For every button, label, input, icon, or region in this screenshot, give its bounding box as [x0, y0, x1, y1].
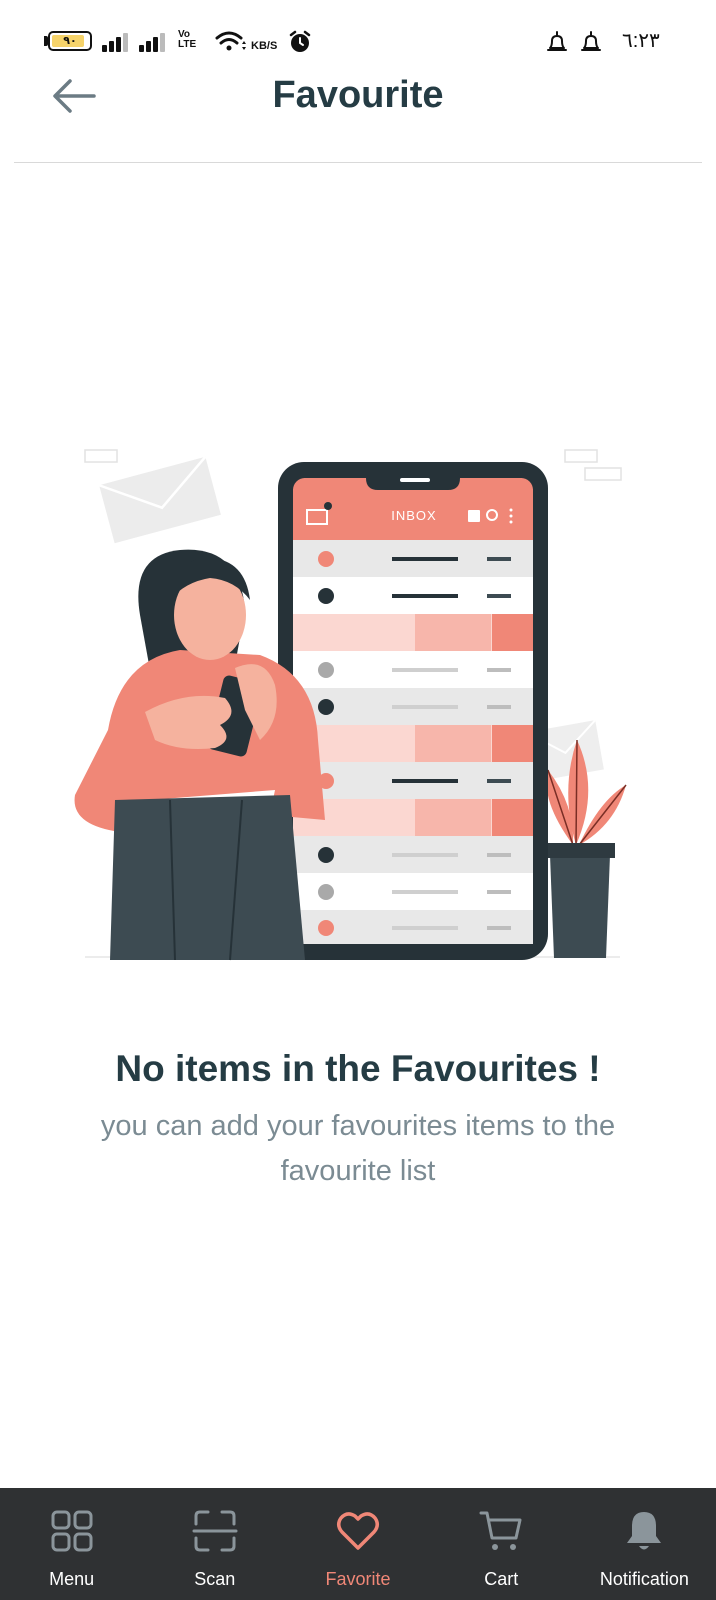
nav-label-scan: Scan — [194, 1569, 236, 1589]
nav-label-menu: Menu — [49, 1569, 95, 1589]
nav-label-cart: Cart — [484, 1569, 519, 1589]
empty-state-title: No items in the Favourites ! — [115, 1048, 601, 1089]
notification-bell-icon — [581, 31, 601, 51]
notification-bell-icon — [547, 31, 567, 51]
nav-item-scan[interactable]: Scan — [143, 1488, 286, 1600]
inbox-rows — [293, 540, 533, 944]
heart-icon — [337, 1512, 379, 1550]
nav-label-notification: Notification — [599, 1569, 689, 1589]
empty-state-subtitle: you can add your favourites items to the… — [100, 1110, 616, 1187]
header-divider — [14, 162, 702, 163]
header: Favourite — [0, 72, 716, 162]
nav-item-favorite[interactable]: Favorite — [286, 1488, 429, 1600]
scan-icon — [192, 1510, 238, 1552]
nav-item-menu[interactable]: Menu — [0, 1488, 143, 1600]
inbox-label: INBOX — [391, 508, 436, 523]
battery-tip — [44, 36, 48, 46]
nav-label-favorite: Favorite — [325, 1569, 391, 1589]
nav-item-cart[interactable]: Cart — [430, 1488, 573, 1600]
signal-1-icon — [102, 32, 130, 52]
status-bar: ٩٠ Vo LTE KB/S ٦:٢٣ — [0, 0, 716, 72]
volte-icon: Vo LTE — [178, 29, 197, 50]
network-speed: KB/S — [251, 40, 278, 52]
status-time: ٦:٢٣ — [622, 30, 660, 52]
signal-2-icon — [139, 32, 167, 52]
battery-level: ٩٠ — [63, 35, 77, 47]
nav-item-notification[interactable]: Notification — [573, 1488, 716, 1600]
empty-favourites-illustration: INBOX — [74, 449, 627, 961]
battery-icon: ٩٠ — [48, 31, 92, 51]
alarm-icon — [289, 30, 311, 52]
cart-icon — [479, 1511, 522, 1550]
bell-icon — [627, 1512, 662, 1550]
wifi-icon — [215, 31, 246, 51]
bottom-navigation: Menu Scan Favorite Cart Notification — [0, 1488, 716, 1600]
grid-icon — [51, 1510, 93, 1552]
page-title: Favourite — [272, 74, 444, 116]
